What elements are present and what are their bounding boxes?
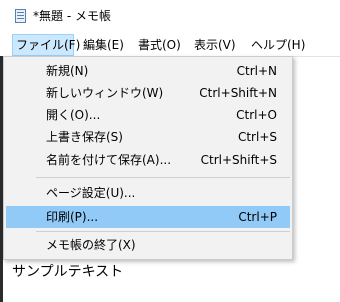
menu-edit[interactable]: 編集(E) <box>80 34 127 56</box>
menu-item-new-window[interactable]: 新しいウィンドウ(W) Ctrl+Shift+N <box>6 82 290 104</box>
menu-item-label: ページ設定(U)... <box>46 186 136 200</box>
menu-view[interactable]: 表示(V) <box>191 34 239 56</box>
menu-item-new[interactable]: 新規(N) Ctrl+N <box>6 60 290 82</box>
menu-bar: ファイル(F) 編集(E) 書式(O) 表示(V) ヘルプ(H) <box>0 34 340 56</box>
menu-item-shortcut: Ctrl+S <box>237 130 277 144</box>
notepad-icon <box>15 9 26 23</box>
menu-item-shortcut: Ctrl+P <box>238 210 277 224</box>
menu-item-label: 新しいウィンドウ(W) <box>46 86 164 100</box>
menu-help[interactable]: ヘルプ(H) <box>248 34 308 56</box>
menu-item-label: 新規(N) <box>46 64 89 78</box>
menu-item-print[interactable]: 印刷(P)... Ctrl+P <box>6 206 290 228</box>
menu-item-open[interactable]: 開く(O)... Ctrl+O <box>6 104 290 126</box>
menu-separator <box>36 177 290 178</box>
menu-file[interactable]: ファイル(F) <box>12 34 80 56</box>
menu-item-exit[interactable]: メモ帳の終了(X) <box>6 234 290 256</box>
menu-item-label: 上書き保存(S) <box>46 130 123 144</box>
editor-text[interactable]: サンプルテキスト <box>12 263 123 281</box>
menu-format[interactable]: 書式(O) <box>135 34 184 56</box>
menu-item-save-as[interactable]: 名前を付けて保存(A)... Ctrl+Shift+S <box>6 149 290 171</box>
menu-item-shortcut: Ctrl+O <box>236 108 277 122</box>
menu-item-save[interactable]: 上書き保存(S) Ctrl+S <box>6 126 290 148</box>
menu-item-shortcut: Ctrl+Shift+N <box>199 86 277 100</box>
menu-item-shortcut: Ctrl+Shift+S <box>200 153 277 167</box>
menu-item-page-setup[interactable]: ページ設定(U)... <box>6 182 290 204</box>
file-menu-dropdown: 新規(N) Ctrl+N 新しいウィンドウ(W) Ctrl+Shift+N 開く… <box>3 56 293 260</box>
menu-item-label: 開く(O)... <box>46 108 101 122</box>
title-bar: *無題 - メモ帳 <box>0 0 340 34</box>
menu-item-label: 印刷(P)... <box>46 210 99 224</box>
menu-separator <box>36 231 290 232</box>
menu-item-label: メモ帳の終了(X) <box>46 238 136 252</box>
window-title: *無題 - メモ帳 <box>33 9 111 23</box>
menu-item-label: 名前を付けて保存(A)... <box>46 153 172 167</box>
menu-item-shortcut: Ctrl+N <box>236 64 277 78</box>
